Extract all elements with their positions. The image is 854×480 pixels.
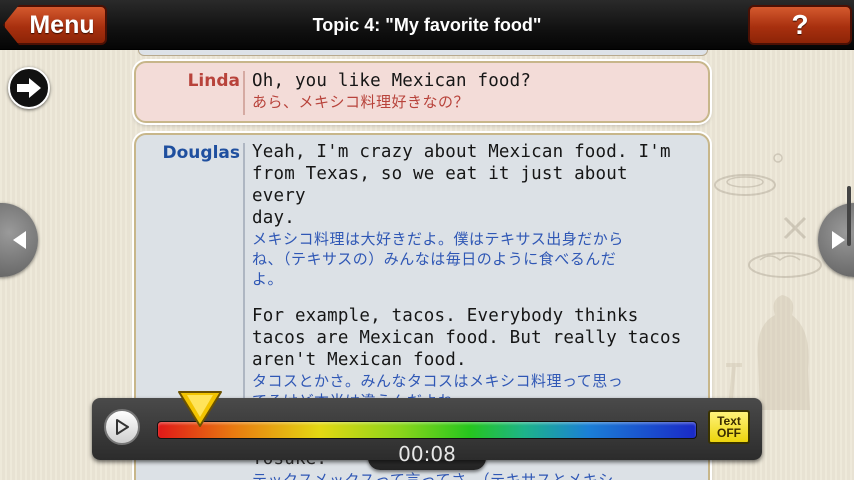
next-line-button[interactable] (8, 67, 50, 109)
japanese-line: メキシコ料理は大好きだよ。僕はテキサス出身だから (252, 230, 624, 248)
japanese-line: あら、メキシコ料理好きなの？ (252, 93, 470, 111)
dialogue-bubble-linda: Linda Oh, you like Mexican food? あら、メキシコ… (134, 61, 710, 123)
scrollbar[interactable] (847, 186, 851, 246)
english-line: tacos are Mexican food. But really tacos (252, 328, 682, 348)
speaker-name: Douglas (162, 143, 240, 163)
arrow-right-icon (17, 78, 41, 98)
japanese-line: タコスとかさ。みんなタコスはメキシコ料理って思っ (252, 372, 624, 390)
english-line: day. (252, 208, 295, 228)
chevron-right-icon (832, 231, 845, 249)
top-bar: Menu Topic 4: "My favorite food" ? (0, 0, 854, 50)
play-icon (116, 419, 129, 435)
divider (243, 143, 245, 403)
text-toggle-button[interactable]: Text OFF (708, 410, 750, 444)
japanese-line: よ。 (252, 270, 284, 288)
chevron-left-icon (13, 231, 26, 249)
english-line: aren't Mexican food. (252, 350, 467, 370)
divider (243, 71, 245, 115)
previous-bubble-edge (138, 50, 708, 56)
play-button[interactable] (104, 409, 140, 445)
previous-page-button[interactable] (0, 203, 38, 277)
japanese-line-partial: テックスメックスって言ってさ、（テキサスとメキシ (252, 471, 614, 480)
english-line: Yeah, I'm crazy about Mexican food. I'm (252, 142, 671, 162)
progress-knob[interactable] (177, 389, 223, 429)
progress-bar[interactable] (157, 421, 697, 439)
english-line: from Texas, so we eat it just about ever… (252, 164, 628, 206)
menu-button[interactable]: Menu (3, 5, 107, 45)
elapsed-time: 00:08 (398, 442, 456, 466)
help-button[interactable]: ? (748, 5, 852, 45)
speaker-name: Linda (187, 71, 240, 91)
english-line: For example, tacos. Everybody thinks (252, 306, 639, 326)
text-toggle-line2: OFF (717, 426, 741, 440)
english-line: Oh, you like Mexican food? (252, 71, 532, 91)
topic-title: Topic 4: "My favorite food" (312, 14, 542, 35)
japanese-line: ね、（テキサスの）みんなは毎日のように食べるんだ (252, 250, 617, 268)
